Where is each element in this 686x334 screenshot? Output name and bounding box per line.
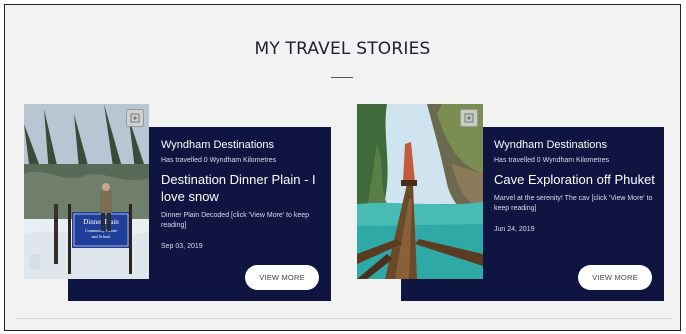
story-headline[interactable]: Cave Exploration off Phuket xyxy=(494,171,659,188)
view-more-button-1[interactable]: VIEW MORE xyxy=(245,265,319,290)
gallery-icon xyxy=(464,113,474,123)
story-headline[interactable]: Destination Dinner Plain - I love snow xyxy=(161,171,323,205)
story-text-2: Wyndham Destinations Has travelled 0 Wyn… xyxy=(494,139,659,233)
svg-text:and School: and School xyxy=(92,234,112,239)
story-photo-2[interactable] xyxy=(357,104,483,279)
story-photo-1[interactable]: Dinner Plain Community Centre and School xyxy=(24,104,149,279)
lagoon-photo xyxy=(357,104,483,279)
photo-corner-button-1[interactable] xyxy=(126,109,144,127)
story-brand: Wyndham Destinations xyxy=(161,139,275,151)
photo-corner-button-2[interactable] xyxy=(460,109,478,127)
view-more-button-2[interactable]: VIEW MORE xyxy=(578,265,652,290)
section-divider xyxy=(15,318,672,319)
stories-section: MY TRAVEL STORIES Dinner Plain Community… xyxy=(4,4,681,331)
title-divider xyxy=(331,77,353,78)
story-date: Sep 03, 2019 xyxy=(161,243,203,250)
story-description: Dinner Plain Decoded [click 'View More' … xyxy=(161,212,310,229)
story-subtitle: Has travelled 0 Wyndham Kilometres xyxy=(161,157,277,164)
gallery-icon xyxy=(130,113,140,123)
story-subtitle: Has travelled 0 Wyndham Kilometres xyxy=(494,157,610,164)
story-description: Marvel at the serenity! The cav [click '… xyxy=(494,195,653,212)
story-brand: Wyndham Destinations xyxy=(494,139,608,151)
snow-photo: Dinner Plain Community Centre and School xyxy=(24,104,149,279)
section-title: MY TRAVEL STORIES xyxy=(254,39,431,59)
story-text-1: Wyndham Destinations Has travelled 0 Wyn… xyxy=(161,139,323,250)
story-date: Jun 24, 2019 xyxy=(494,226,535,233)
